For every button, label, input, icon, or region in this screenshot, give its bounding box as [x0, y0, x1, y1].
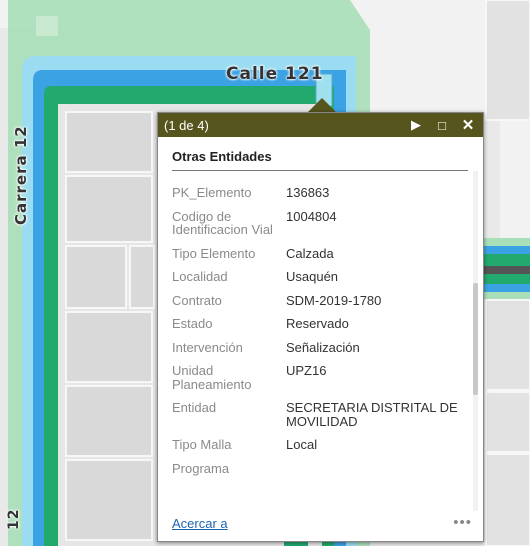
attr-value: 136863 [286, 185, 330, 200]
attr-key: Unidad Planeamiento [172, 363, 252, 392]
attr-value: SECRETARIA DISTRITAL DE MOVILIDAD [286, 400, 458, 429]
feature-counter: (1 de 4) [164, 117, 209, 133]
popup-header: (1 de 4) ▶ □ ✕ [158, 113, 483, 137]
popup-pointer [308, 98, 336, 112]
attr-row: Unidad Planeamiento UPZ16 [172, 364, 472, 391]
popup-footer: Acercar a ••• [172, 514, 472, 531]
attr-value: Usaquén [286, 269, 339, 284]
street-label-12: 12 [6, 508, 22, 530]
more-options-button[interactable]: ••• [453, 514, 472, 531]
attr-row: Entidad SECRETARIA DISTRITAL DE MOVILIDAD [172, 401, 472, 428]
attr-key: Localidad [172, 269, 228, 284]
attr-row: Codigo de Identificacion Vial 1004804 [172, 208, 472, 237]
attr-row: Estado Reservado [172, 317, 472, 331]
attr-row: Tipo Elemento Calzada [172, 245, 472, 261]
street-label-carrera-12: Carrera 12 [12, 125, 30, 225]
attr-key: Entidad [172, 400, 217, 415]
attr-key: PK_Elemento [172, 185, 252, 200]
attr-row: PK_Elemento 136863 [172, 186, 472, 200]
attr-key: Programa [172, 460, 230, 476]
attr-value: UPZ16 [286, 363, 327, 378]
popup-title: Otras Entidades [172, 149, 468, 171]
attr-row: Contrato SDM-2019-1780 [172, 292, 472, 308]
close-icon[interactable]: ✕ [459, 116, 477, 134]
attr-key: Tipo Elemento [172, 245, 256, 261]
street-label-calle-121: Calle 121 [226, 64, 324, 84]
attr-key: Estado [172, 316, 213, 331]
attribute-table[interactable]: PK_Elemento 136863 Codigo de Identificaci… [172, 180, 472, 512]
scrollbar-thumb[interactable] [473, 283, 478, 395]
next-icon[interactable]: ▶ [407, 117, 425, 133]
attr-value: Local [286, 437, 318, 452]
attr-value: SDM-2019-1780 [286, 292, 382, 308]
attr-key: Contrato [172, 292, 222, 308]
attr-key: Intervención [172, 339, 243, 355]
attr-value: Reservado [286, 316, 349, 331]
attr-value: Señalización [286, 339, 360, 355]
attr-key: Tipo Malla [172, 437, 232, 452]
attr-row: Intervención Señalización [172, 339, 472, 355]
attr-row: Tipo Malla Local [172, 438, 472, 452]
attr-value: Calzada [286, 245, 334, 261]
info-popup: (1 de 4) ▶ □ ✕ Otras Entidades PK_Elemen… [157, 112, 484, 542]
maximize-icon[interactable]: □ [433, 118, 451, 133]
attr-row: Programa [172, 460, 472, 476]
attr-value: 1004804 [286, 208, 337, 224]
attr-key: Codigo de Identificacion Vial [172, 208, 273, 237]
attr-row: Localidad Usaquén [172, 270, 472, 284]
zoom-to-link[interactable]: Acercar a [172, 516, 453, 531]
